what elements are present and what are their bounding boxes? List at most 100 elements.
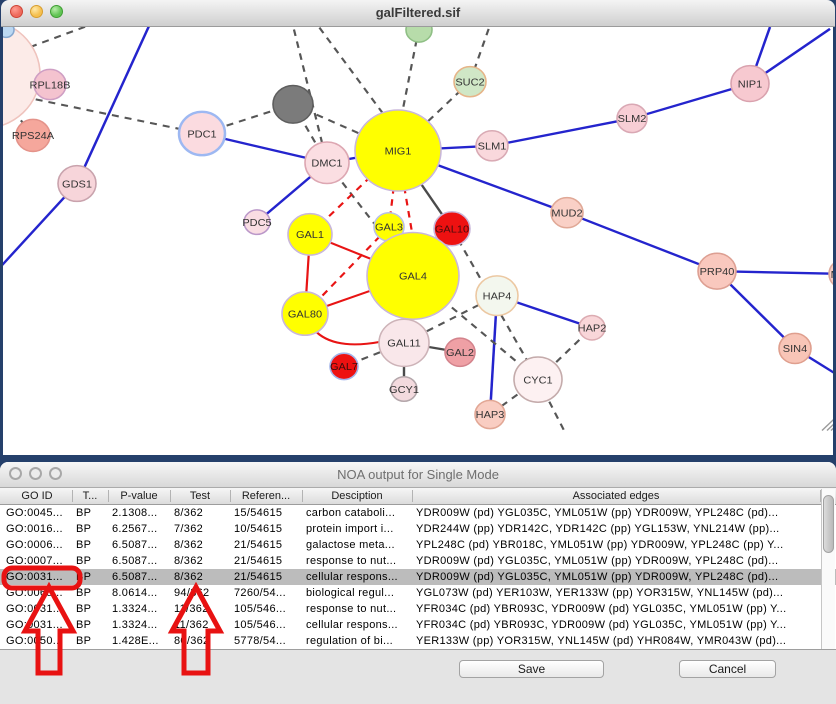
table-cell[interactable]: 8.0614...	[112, 585, 170, 601]
table-cell[interactable]: 11/362	[174, 601, 230, 617]
table-cell[interactable]: BP	[76, 601, 108, 617]
network-canvas[interactable]: RPL18BRPS24AGDS1PDC1DMC1MIG1SUC2SLM1SLM2…	[3, 27, 833, 455]
table-cell[interactable]: 2.1308...	[112, 505, 170, 521]
table-cell[interactable]: 8/362	[174, 569, 230, 585]
column-separator[interactable]	[170, 490, 171, 502]
network-edge[interactable]	[77, 27, 152, 183]
table-cell[interactable]: 94/362	[174, 585, 230, 601]
table-cell[interactable]: 5778/54...	[234, 633, 302, 649]
table-cell[interactable]: YDR244W (pp) YDR142C, YDR142C (pp) YGL15…	[416, 521, 820, 537]
table-cell[interactable]: GO:0031...	[6, 569, 72, 585]
table-row[interactable]: GO:0045...BP2.1308...8/36215/54615carbon…	[0, 505, 836, 521]
minimize-button[interactable]	[30, 5, 43, 18]
table-cell[interactable]: YFR034C (pd) YBR093C, YDR009W (pd) YGL03…	[416, 617, 820, 633]
column-header-pvalue[interactable]: P-value	[108, 488, 170, 504]
zoom-button[interactable]	[50, 5, 63, 18]
column-header-test[interactable]: Test	[170, 488, 230, 504]
table-cell[interactable]: BP	[76, 633, 108, 649]
table-row[interactable]: GO:0007...BP6.5087...8/36221/54615respon…	[0, 553, 836, 569]
table-cell[interactable]: 1.428E...	[112, 633, 170, 649]
column-header-referen[interactable]: Referen...	[230, 488, 302, 504]
table-cell[interactable]: 1.3324...	[112, 617, 170, 633]
table-cell[interactable]: YDR009W (pd) YGL035C, YML051W (pp) YDR00…	[416, 553, 820, 569]
table-cell[interactable]: 21/54615	[234, 569, 302, 585]
minimize-button-inactive[interactable]	[29, 467, 42, 480]
resize-grip[interactable]	[831, 428, 833, 431]
table-cell[interactable]: cellular respons...	[306, 617, 412, 633]
table-cell[interactable]: carbon cataboli...	[306, 505, 412, 521]
table-scrollbar[interactable]	[821, 489, 835, 649]
table-cell[interactable]: 6.2567...	[112, 521, 170, 537]
table-cell[interactable]: 6.5087...	[112, 569, 170, 585]
column-header-associatededges[interactable]: Associated edges	[412, 488, 820, 504]
table-cell[interactable]: BP	[76, 569, 108, 585]
column-separator[interactable]	[230, 490, 231, 502]
table-row[interactable]: GO:0016...BP6.2567...7/36210/54615protei…	[0, 521, 836, 537]
table-cell[interactable]: 21/54615	[234, 553, 302, 569]
table-cell[interactable]: 15/54615	[234, 505, 302, 521]
table-cell[interactable]: 21/54615	[234, 537, 302, 553]
table-cell[interactable]: response to nut...	[306, 553, 412, 569]
table-cell[interactable]: YER133W (pp) YOR315W, YNL145W (pd) YHR08…	[416, 633, 820, 649]
table-cell[interactable]: 10/54615	[234, 521, 302, 537]
network-window-titlebar[interactable]: galFiltered.sif	[1, 0, 835, 27]
table-cell[interactable]: GO:0006...	[6, 537, 72, 553]
table-cell[interactable]: 6.5087...	[112, 553, 170, 569]
noa-window-titlebar[interactable]: NOA output for Single Mode	[0, 462, 836, 488]
table-cell[interactable]: YFR034C (pd) YBR093C, YDR009W (pd) YGL03…	[416, 601, 820, 617]
table-cell[interactable]: BP	[76, 553, 108, 569]
table-cell[interactable]: 8/362	[174, 537, 230, 553]
network-edge[interactable]	[492, 118, 632, 145]
table-cell[interactable]: 1.3324...	[112, 601, 170, 617]
table-cell[interactable]: BP	[76, 521, 108, 537]
column-separator[interactable]	[72, 490, 73, 502]
network-edge[interactable]	[567, 213, 717, 271]
column-separator[interactable]	[108, 490, 109, 502]
table-cell[interactable]: 7260/54...	[234, 585, 302, 601]
table-cell[interactable]: response to nut...	[306, 601, 412, 617]
column-header-goid[interactable]: GO ID	[2, 488, 72, 504]
table-cell[interactable]: GO:0045...	[6, 505, 72, 521]
table-cell[interactable]: 11/362	[174, 617, 230, 633]
table-cell[interactable]: GO:0031...	[6, 617, 72, 633]
table-cell[interactable]: 8/362	[174, 553, 230, 569]
cancel-button[interactable]: Cancel	[679, 660, 776, 678]
resize-grip[interactable]	[822, 419, 833, 430]
table-cell[interactable]: BP	[76, 505, 108, 521]
network-graph[interactable]: RPL18BRPS24AGDS1PDC1DMC1MIG1SUC2SLM1SLM2…	[3, 27, 833, 455]
table-cell[interactable]: biological regul...	[306, 585, 412, 601]
table-cell[interactable]: BP	[76, 585, 108, 601]
table-scrollbar-thumb[interactable]	[823, 495, 834, 553]
table-cell[interactable]: GO:0050...	[6, 633, 72, 649]
table-cell[interactable]: regulation of bi...	[306, 633, 412, 649]
column-separator[interactable]	[412, 490, 413, 502]
table-cell[interactable]: YDR009W (pd) YGL035C, YML051W (pp) YDR00…	[416, 569, 820, 585]
table-cell[interactable]: YDR009W (pd) YGL035C, YML051W (pp) YDR00…	[416, 505, 820, 521]
node-unlabeled[interactable]	[273, 85, 313, 123]
close-button-inactive[interactable]	[9, 467, 22, 480]
table-cell[interactable]: 8/362	[174, 505, 230, 521]
table-cell[interactable]: GO:0007...	[6, 553, 72, 569]
close-button[interactable]	[10, 5, 23, 18]
table-cell[interactable]: BP	[76, 617, 108, 633]
table-cell[interactable]: YPL248C (pd) YBR018C, YML051W (pp) YDR00…	[416, 537, 820, 553]
zoom-button-inactive[interactable]	[49, 467, 62, 480]
table-cell[interactable]: GO:0016...	[6, 521, 72, 537]
table-cell[interactable]: cellular respons...	[306, 569, 412, 585]
network-edge[interactable]	[312, 27, 388, 120]
table-cell[interactable]: 80/362	[174, 633, 230, 649]
table-row[interactable]: GO:0006...BP6.5087...8/36221/54615galact…	[0, 537, 836, 553]
save-button[interactable]: Save	[459, 660, 604, 678]
network-edge[interactable]	[23, 97, 202, 134]
column-header-desciption[interactable]: Desciption	[302, 488, 412, 504]
table-cell[interactable]: protein import i...	[306, 521, 412, 537]
table-row[interactable]: GO:0031...BP1.3324...11/362105/546...res…	[0, 601, 836, 617]
table-cell[interactable]: YGL073W (pd) YER103W, YER133W (pp) YOR31…	[416, 585, 820, 601]
table-cell[interactable]: galactose meta...	[306, 537, 412, 553]
table-cell[interactable]: 105/546...	[234, 601, 302, 617]
table-cell[interactable]: 7/362	[174, 521, 230, 537]
table-row[interactable]: GO:0050...BP1.428E...80/3625778/54...reg…	[0, 633, 836, 649]
table-row[interactable]: GO:0031...BP6.5087...8/36221/54615cellul…	[0, 569, 836, 585]
table-row[interactable]: GO:0031...BP1.3324...11/362105/546...cel…	[0, 617, 836, 633]
column-separator[interactable]	[302, 490, 303, 502]
